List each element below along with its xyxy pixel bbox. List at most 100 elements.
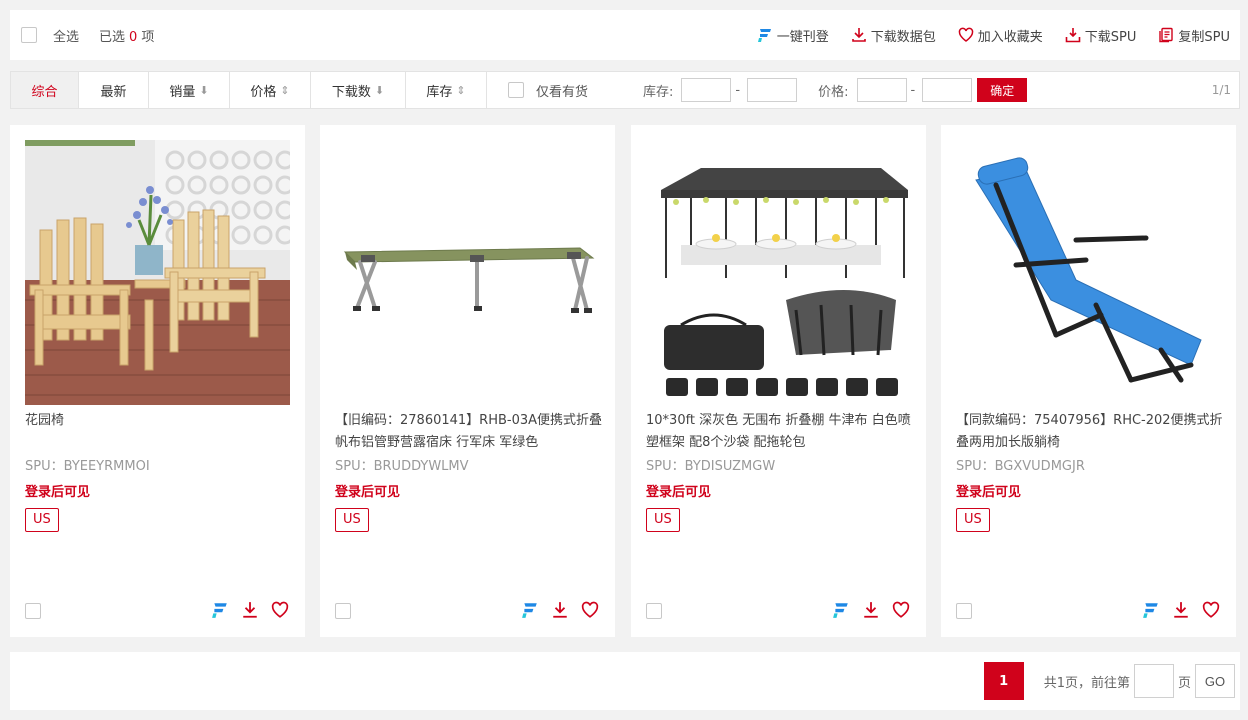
select-all-checkbox[interactable] (21, 27, 37, 43)
product-spu: SPU：BYDISUZMGW (646, 459, 776, 474)
sort-tab-label: 综合 (31, 84, 58, 100)
range-separator: - (735, 82, 741, 98)
download-spu-button[interactable]: 下载SPU (1065, 26, 1137, 45)
product-title[interactable]: 10*30ft 深灰色 无围布 折叠棚 牛津布 白色喷塑框架 配8个沙袋 配拖轮… (646, 410, 914, 454)
page-count: 1/1 (1211, 83, 1231, 97)
stock-range-label: 库存: (643, 84, 674, 100)
page-unit-label: 页 (1177, 675, 1191, 691)
product-title[interactable]: 花园椅 (25, 410, 293, 454)
stock-max-input[interactable] (747, 78, 798, 102)
product-image[interactable] (646, 140, 911, 405)
download-spu-label: 下载SPU (1084, 29, 1137, 45)
login-to-view-price[interactable]: 登录后可见 (646, 481, 711, 500)
download-icon[interactable] (862, 601, 880, 619)
stock-min-input[interactable] (681, 78, 732, 102)
product-spu: SPU：BYEEYRMMOI (25, 459, 150, 474)
selected-count: 0 (129, 29, 138, 45)
product-checkbox[interactable] (956, 603, 972, 619)
market-tag: US (956, 508, 990, 532)
download-icon[interactable] (1172, 601, 1190, 619)
sort-tab-downloads[interactable]: 下载数 ⬇ (311, 72, 406, 108)
sort-down-icon: ⬇ (199, 83, 209, 97)
favorite-heart-icon[interactable] (271, 601, 289, 619)
sort-down-icon: ⬇ (374, 83, 385, 97)
sort-tab-label: 价格 (250, 84, 277, 100)
product-checkbox[interactable] (335, 603, 351, 619)
selected-suffix: 项 (141, 29, 155, 45)
sort-filter-bar: 综合 最新 销量 ⬇ 价格 ⇕ 下载数 ⬇ 库存 ⇕ 仅看有货 库存: - 价格: - … (10, 71, 1240, 109)
in-stock-checkbox[interactable] (508, 82, 524, 98)
heart-icon (958, 27, 974, 42)
product-actions (199, 601, 289, 619)
download-icon[interactable] (241, 601, 259, 619)
add-to-favorites-button[interactable]: 加入收藏夹 (958, 26, 1043, 45)
product-checkbox[interactable] (646, 603, 662, 619)
download-icon[interactable] (551, 601, 569, 619)
copy-spu-button[interactable]: 复制SPU (1158, 26, 1230, 45)
publish-icon[interactable] (211, 601, 229, 619)
product-image[interactable] (335, 140, 600, 405)
publish-icon (757, 29, 771, 42)
price-min-input[interactable] (856, 78, 907, 102)
product-card[interactable]: 花园椅 SPU：BYEEYRMMOI 登录后可见 US (10, 125, 305, 637)
sort-updown-icon: ⇕ (456, 83, 466, 97)
sort-tab-price[interactable]: 价格 ⇕ (230, 72, 311, 108)
product-checkbox[interactable] (25, 603, 41, 619)
login-to-view-price[interactable]: 登录后可见 (335, 481, 400, 500)
in-stock-filter[interactable]: 仅看有货 (508, 81, 588, 100)
sort-tab-label: 下载数 (331, 84, 371, 100)
sort-tab-label: 销量 (169, 84, 196, 100)
in-stock-label: 仅看有货 (536, 84, 589, 100)
sort-tab-overall[interactable]: 综合 (11, 72, 79, 108)
goto-page-input[interactable] (1133, 664, 1174, 698)
product-actions (1130, 601, 1220, 619)
product-card[interactable]: 【同款编码：75407956】RHC-202便携式折叠两用加长版躺椅 SPU：B… (941, 125, 1236, 637)
publish-icon[interactable] (832, 601, 850, 619)
market-tag: US (646, 508, 680, 532)
selected-count-text: 已选 0 项 (99, 26, 154, 45)
favorite-heart-icon[interactable] (892, 601, 910, 619)
page-button-current[interactable]: 1 (983, 662, 1024, 700)
sort-tab-newest[interactable]: 最新 (79, 72, 149, 108)
copy-icon (1159, 27, 1174, 43)
goto-page-button[interactable]: GO (1195, 664, 1235, 698)
total-pages-text: 共1页，前往第 (1043, 675, 1130, 691)
product-image[interactable] (956, 140, 1221, 405)
one-click-publish-button[interactable]: 一键刊登 (757, 26, 829, 45)
login-to-view-price[interactable]: 登录后可见 (25, 481, 90, 500)
one-click-publish-label: 一键刊登 (776, 29, 829, 45)
product-spu: SPU：BRUDDYWLMV (335, 459, 469, 474)
add-to-favorites-label: 加入收藏夹 (977, 29, 1043, 45)
login-to-view-price[interactable]: 登录后可见 (956, 481, 1021, 500)
download-datapack-button[interactable]: 下载数据包 (851, 26, 936, 45)
selection-toolbar: 全选 已选 0 项 一键刊登 下载数据包 加入收藏夹 下载SPU 复制SPU (10, 10, 1240, 60)
market-tag: US (335, 508, 369, 532)
product-spu: SPU：BGXVUDMGJR (956, 459, 1085, 474)
product-title[interactable]: 【同款编码：75407956】RHC-202便携式折叠两用加长版躺椅 (956, 410, 1224, 454)
favorite-heart-icon[interactable] (581, 601, 599, 619)
product-title[interactable]: 【旧编码：27860141】RHB-03A便携式折叠帆布铝管野营露宿床 行军床 … (335, 410, 603, 454)
select-all-label[interactable]: 全选 (53, 26, 79, 45)
favorite-heart-icon[interactable] (1202, 601, 1220, 619)
sort-tab-sales[interactable]: 销量 ⬇ (149, 72, 230, 108)
sort-tab-label: 最新 (100, 84, 127, 100)
download-datapack-label: 下载数据包 (870, 29, 936, 45)
product-actions (820, 601, 910, 619)
sort-tab-label: 库存 (426, 84, 453, 100)
download-tray-icon (1065, 28, 1081, 43)
price-max-input[interactable] (922, 78, 973, 102)
publish-icon[interactable] (521, 601, 539, 619)
product-actions (509, 601, 599, 619)
product-image[interactable] (25, 140, 290, 405)
selected-prefix: 已选 (99, 29, 126, 45)
download-icon (851, 28, 866, 42)
confirm-filter-button[interactable]: 确定 (977, 78, 1028, 102)
publish-icon[interactable] (1142, 601, 1160, 619)
sort-tab-stock[interactable]: 库存 ⇕ (406, 72, 487, 108)
bulk-actions: 一键刊登 下载数据包 加入收藏夹 下载SPU 复制SPU (757, 26, 1230, 45)
market-tag: US (25, 508, 59, 532)
range-separator: - (910, 82, 916, 98)
product-card[interactable]: 【旧编码：27860141】RHB-03A便携式折叠帆布铝管野营露宿床 行军床 … (320, 125, 615, 637)
price-range-label: 价格: (818, 84, 849, 100)
product-card[interactable]: 10*30ft 深灰色 无围布 折叠棚 牛津布 白色喷塑框架 配8个沙袋 配拖轮… (631, 125, 926, 637)
